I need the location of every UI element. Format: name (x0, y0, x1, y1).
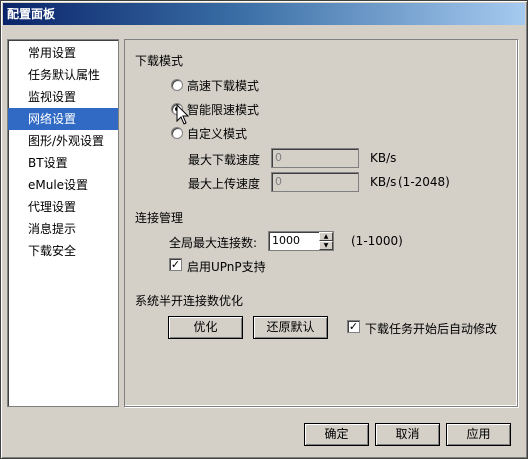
cancel-button[interactable]: 取消 (375, 423, 440, 446)
sidebar-item-network[interactable]: 网络设置 (8, 108, 118, 130)
max-upload-range: (1-2048) (398, 175, 450, 189)
max-upload-field[interactable]: 0 (271, 172, 359, 192)
config-window: 配置面板 常用设置 任务默认属性 监视设置 网络设置 图形/外观设置 BT设置 … (0, 0, 528, 459)
sidebar-item-task-defaults[interactable]: 任务默认属性 (8, 64, 118, 86)
connection-heading: 连接管理 (135, 211, 184, 225)
radio-smart-limit-label[interactable]: 智能限速模式 (187, 101, 259, 118)
radio-custom-label[interactable]: 自定义模式 (187, 125, 247, 142)
settings-sidebar: 常用设置 任务默认属性 监视设置 网络设置 图形/外观设置 BT设置 eMule… (7, 39, 119, 407)
spin-down-icon[interactable]: ▼ (319, 241, 333, 250)
radio-high-speed[interactable] (171, 79, 183, 91)
max-download-label: 最大下载速度 (188, 153, 261, 167)
radio-high-speed-label[interactable]: 高速下载模式 (187, 77, 259, 94)
optimize-button[interactable]: 优化 (168, 316, 243, 339)
sidebar-item-appearance[interactable]: 图形/外观设置 (8, 130, 118, 152)
mouse-cursor-icon (176, 104, 190, 125)
sidebar-item-monitor[interactable]: 监视设置 (8, 86, 118, 108)
max-download-unit: KB/s (370, 151, 397, 165)
sidebar-item-emule[interactable]: eMule设置 (8, 174, 118, 196)
download-mode-heading: 下载模式 (135, 54, 184, 68)
upnp-label[interactable]: 启用UPnP支持 (187, 258, 266, 275)
sidebar-item-proxy[interactable]: 代理设置 (8, 196, 118, 218)
sidebar-item-bt[interactable]: BT设置 (8, 152, 118, 174)
auto-modify-label[interactable]: 下载任务开始后自动修改 (365, 320, 497, 337)
settings-panel (124, 39, 518, 407)
max-conn-value: 1000 (272, 234, 300, 247)
spin-up-icon[interactable]: ▲ (319, 232, 333, 241)
max-upload-label: 最大上传速度 (188, 177, 261, 191)
max-conn-label: 全局最大连接数: (169, 236, 258, 250)
auto-modify-checkbox[interactable]: ✓ (347, 320, 360, 333)
ok-button[interactable]: 确定 (304, 423, 369, 446)
radio-custom[interactable] (171, 127, 183, 139)
upnp-checkbox[interactable]: ✓ (169, 258, 182, 271)
half-open-heading: 系统半开连接数优化 (135, 294, 244, 308)
max-conn-spinner[interactable]: ▲ ▼ (319, 232, 333, 250)
window-title: 配置面板 (3, 3, 525, 25)
apply-button[interactable]: 应用 (446, 423, 511, 446)
restore-default-button[interactable]: 还原默认 (253, 316, 328, 339)
max-conn-range: (1-1000) (351, 234, 403, 248)
max-upload-unit: KB/s (370, 175, 397, 189)
sidebar-item-notifications[interactable]: 消息提示 (8, 218, 118, 240)
sidebar-item-download-security[interactable]: 下载安全 (8, 240, 118, 262)
sidebar-item-general[interactable]: 常用设置 (8, 42, 118, 64)
max-download-field[interactable]: 0 (271, 148, 359, 168)
